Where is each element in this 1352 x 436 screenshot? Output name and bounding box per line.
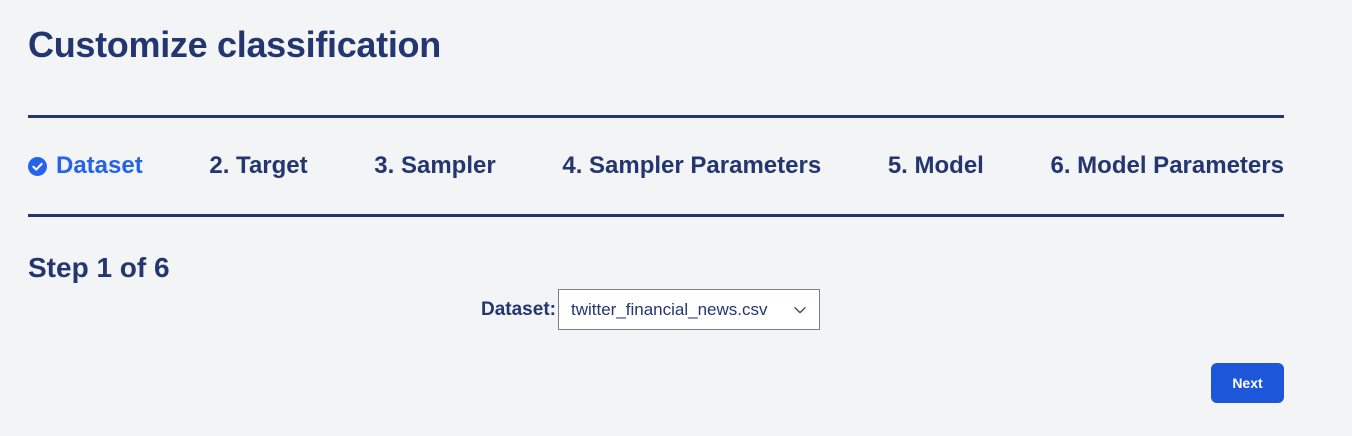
step-label: 4. Sampler Parameters: [562, 152, 822, 179]
step-sampler-parameters[interactable]: 4. Sampler Parameters: [562, 152, 821, 180]
check-circle-icon: [28, 156, 47, 176]
step-indicator: Step 1 of 6: [28, 252, 170, 283]
page-title: Customize classification: [28, 24, 441, 65]
dataset-select[interactable]: twitter_financial_news.csv: [557, 289, 820, 330]
chevron-down-icon: [793, 303, 807, 317]
step-sampler[interactable]: 3. Sampler: [374, 152, 495, 180]
dataset-label: Dataset:: [481, 298, 556, 320]
stepper-top-divider: [28, 115, 1284, 118]
stepper: Dataset 2. Target 3. Sampler 4. Sampler …: [28, 148, 1284, 184]
step-model-parameters[interactable]: 6. Model Parameters: [1051, 152, 1284, 180]
step-label: 2. Target: [209, 152, 308, 179]
dataset-selected-value: twitter_financial_news.csv: [570, 299, 768, 319]
step-label: 5. Model: [887, 152, 984, 179]
step-label: Dataset: [56, 152, 143, 179]
step-dataset[interactable]: Dataset: [28, 152, 143, 180]
next-button[interactable]: Next: [1211, 363, 1284, 403]
step-target[interactable]: 2. Target: [209, 152, 307, 180]
step-label: 3. Sampler: [374, 152, 496, 179]
step-label: 6. Model Parameters: [1050, 152, 1284, 179]
stepper-bottom-divider: [28, 214, 1284, 217]
step-model[interactable]: 5. Model: [888, 152, 984, 180]
dataset-field: Dataset: twitter_financial_news.csv: [481, 289, 820, 330]
